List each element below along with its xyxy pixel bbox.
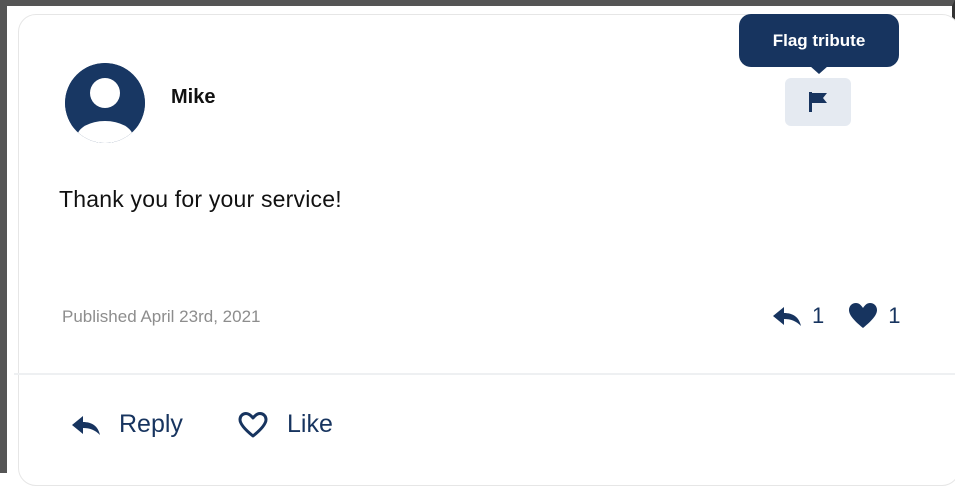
like-label: Like bbox=[287, 410, 333, 438]
reply-button[interactable]: Reply bbox=[71, 410, 183, 439]
tribute-message: Thank you for your service! bbox=[59, 186, 342, 212]
reply-arrow-icon bbox=[773, 307, 801, 326]
reply-arrow-icon bbox=[72, 415, 100, 435]
user-avatar-icon bbox=[65, 63, 145, 143]
reply-label: Reply bbox=[119, 410, 183, 438]
flag-tribute-button[interactable] bbox=[785, 78, 851, 126]
tooltip-arrow bbox=[810, 66, 828, 74]
reply-count: 1 bbox=[812, 303, 825, 328]
like-button[interactable]: Like bbox=[237, 410, 333, 439]
heart-outline-icon bbox=[238, 411, 268, 437]
divider bbox=[14, 373, 955, 375]
tribute-stats: 1 1 bbox=[772, 303, 901, 329]
published-date: Published April 23rd, 2021 bbox=[62, 307, 261, 326]
flag-tooltip: Flag tribute bbox=[739, 14, 899, 67]
author-name: Mike bbox=[171, 86, 216, 108]
heart-filled-icon bbox=[849, 303, 878, 328]
avatar bbox=[65, 63, 145, 143]
flag-icon bbox=[809, 92, 827, 112]
like-count: 1 bbox=[888, 303, 901, 328]
